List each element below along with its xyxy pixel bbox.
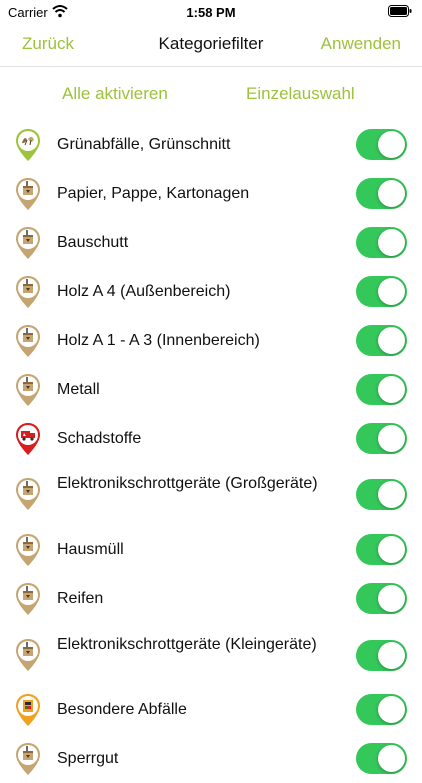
special-waste-pin-icon — [15, 693, 41, 727]
green-waste-pin-icon — [15, 128, 41, 162]
toggle-knob — [378, 585, 405, 612]
category-row: Holz A 1 - A 3 (Innenbereich) — [0, 316, 422, 365]
category-row: Hausmüll — [0, 525, 422, 574]
recycling-pin-icon — [15, 582, 41, 616]
category-label: Grünabfälle, Grünschnitt — [57, 136, 231, 153]
category-row: Sperrgut — [0, 734, 422, 783]
category-row: Holz A 4 (Außenbereich) — [0, 267, 422, 316]
recycling-pin-icon — [15, 226, 41, 260]
toggle-knob — [378, 278, 405, 305]
recycling-pin-icon — [15, 533, 41, 567]
toggle-knob — [378, 425, 405, 452]
category-toggle[interactable] — [356, 374, 407, 405]
category-label: Holz A 4 (Außenbereich) — [57, 283, 231, 300]
category-label: Bauschutt — [57, 234, 129, 251]
category-label: Metall — [57, 381, 100, 398]
category-row: Elektronikschrottgeräte (Großgeräte) — [0, 463, 422, 525]
recycling-pin-icon — [15, 373, 41, 407]
category-label: Elektronikschrottgeräte (Großgeräte) — [57, 475, 318, 492]
toggle-knob — [378, 327, 405, 354]
category-toggle[interactable] — [356, 178, 407, 209]
toggle-knob — [378, 642, 405, 669]
category-toggle[interactable] — [356, 423, 407, 454]
toggle-knob — [378, 180, 405, 207]
category-toggle[interactable] — [356, 743, 407, 774]
recycling-pin-icon — [15, 275, 41, 309]
toggle-knob — [378, 745, 405, 772]
toggle-knob — [378, 131, 405, 158]
category-row: Bauschutt — [0, 218, 422, 267]
recycling-pin-icon — [15, 477, 41, 511]
category-row: Grünabfälle, Grünschnitt — [0, 120, 422, 169]
category-label: Besondere Abfälle — [57, 701, 187, 718]
category-label: Schadstoffe — [57, 430, 142, 447]
hazardous-truck-pin-icon — [15, 422, 41, 456]
category-label: Hausmüll — [57, 541, 124, 558]
battery-icon — [388, 5, 412, 17]
toggle-knob — [378, 696, 405, 723]
category-row: Papier, Pappe, Kartonagen — [0, 169, 422, 218]
category-toggle[interactable] — [356, 276, 407, 307]
toggle-knob — [378, 481, 405, 508]
recycling-pin-icon — [15, 324, 41, 358]
category-row: Reifen — [0, 574, 422, 623]
category-label: Holz A 1 - A 3 (Innenbereich) — [57, 332, 260, 349]
status-bar: Carrier 1:58 PM — [0, 0, 422, 24]
filter-actions: Alle aktivieren Einzelauswahl — [0, 66, 422, 120]
toggle-knob — [378, 229, 405, 256]
category-toggle[interactable] — [356, 694, 407, 725]
category-toggle[interactable] — [356, 534, 407, 565]
category-toggle[interactable] — [356, 227, 407, 258]
toggle-knob — [378, 376, 405, 403]
category-toggle[interactable] — [356, 129, 407, 160]
category-toggle[interactable] — [356, 325, 407, 356]
category-row: Besondere Abfälle — [0, 685, 422, 734]
category-label: Reifen — [57, 590, 104, 607]
category-row: Metall — [0, 365, 422, 414]
activate-all-button[interactable]: Alle aktivieren — [62, 84, 168, 104]
single-selection-button[interactable]: Einzelauswahl — [246, 84, 355, 104]
category-toggle[interactable] — [356, 479, 407, 510]
toggle-knob — [378, 536, 405, 563]
category-label: Papier, Pappe, Kartonagen — [57, 185, 250, 202]
recycling-pin-icon — [15, 177, 41, 211]
category-label: Sperrgut — [57, 750, 119, 767]
navigation-bar: Zurück Kategoriefilter Anwenden — [0, 24, 422, 67]
category-toggle[interactable] — [356, 583, 407, 614]
recycling-pin-icon — [15, 638, 41, 672]
category-label: Elektronikschrottgeräte (Kleingeräte) — [57, 636, 317, 653]
recycling-pin-icon — [15, 742, 41, 776]
status-time: 1:58 PM — [186, 5, 236, 20]
category-row: Elektronikschrottgeräte (Kleingeräte) — [0, 624, 422, 686]
category-toggle[interactable] — [356, 640, 407, 671]
category-row: Schadstoffe — [0, 414, 422, 463]
apply-button[interactable]: Anwenden — [321, 34, 401, 54]
